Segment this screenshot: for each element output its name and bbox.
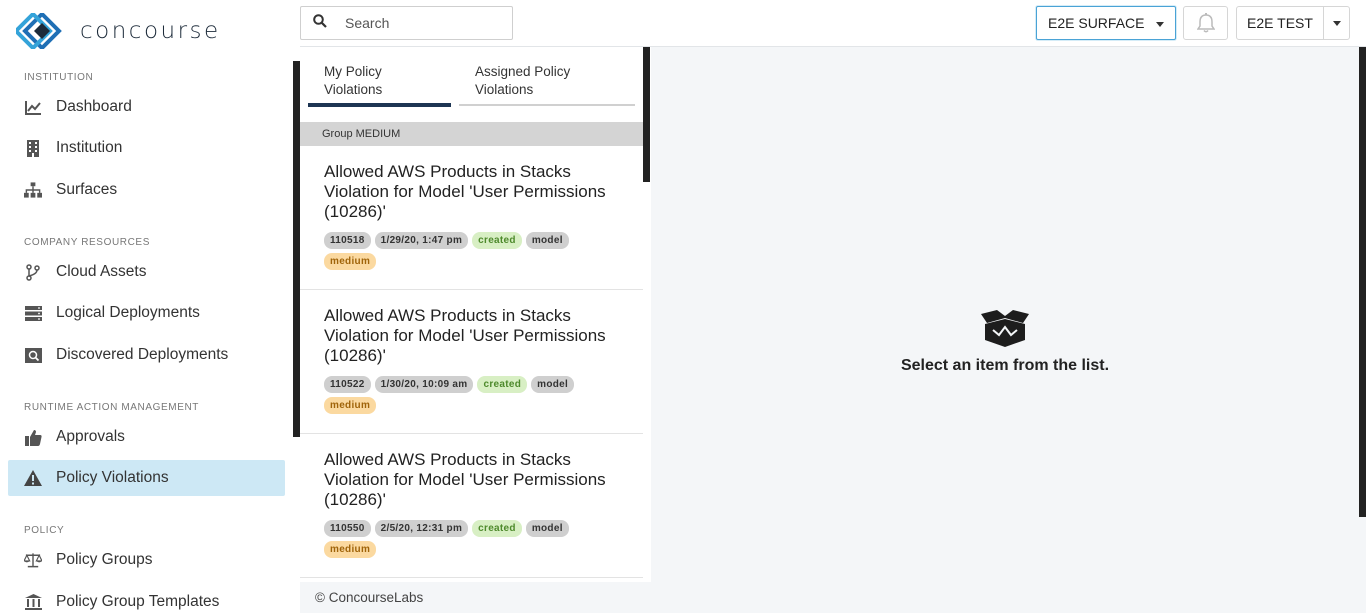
type-badge: model	[525, 520, 569, 537]
user-menu-dropdown[interactable]	[1324, 20, 1349, 26]
search-icon	[313, 13, 327, 33]
sidebar-item-label: Surfaces	[56, 181, 118, 198]
footer: © ConcourseLabs	[300, 582, 1359, 613]
list-item[interactable]: Allowed AWS Products in Stacks Violation…	[300, 146, 643, 290]
badge-group: 110550 2/5/20, 12:31 pm created model me…	[324, 520, 594, 558]
list-item[interactable]: Allowed AWS Products in Stacks Violation…	[300, 290, 643, 434]
surface-selector-value: E2E SURFACE	[1048, 15, 1145, 31]
sidebar-item-institution[interactable]: Institution	[8, 130, 285, 166]
section-title-runtime-action-management: RUNTIME ACTION MANAGEMENT	[24, 402, 200, 413]
sidebar-item-dashboard[interactable]: Dashboard	[8, 89, 285, 125]
group-header: Group MEDIUM	[300, 122, 643, 146]
severity-badge: medium	[324, 253, 377, 270]
section-title-institution: INSTITUTION	[24, 72, 94, 83]
sidebar-item-surfaces[interactable]: Surfaces	[8, 172, 285, 208]
user-name[interactable]: E2E TEST	[1237, 7, 1324, 39]
caret-down-icon	[1156, 22, 1164, 27]
sitemap-icon	[24, 181, 42, 199]
status-badge: created	[472, 520, 522, 537]
section-title-company-resources: COMPANY RESOURCES	[24, 237, 150, 248]
list-tabs: My Policy Violations Assigned Policy Vio…	[300, 47, 643, 122]
balance-scale-icon	[24, 551, 42, 569]
date-badge: 1/29/20, 1:47 pm	[374, 232, 469, 249]
sidebar-item-discovered-deployments[interactable]: Discovered Deployments	[8, 337, 285, 373]
violation-title: Allowed AWS Products in Stacks Violation…	[324, 306, 606, 365]
date-badge: 2/5/20, 12:31 pm	[374, 520, 469, 537]
empty-detail: Select an item from the list.	[651, 310, 1359, 375]
sidebar-scrollbar[interactable]	[293, 61, 300, 437]
severity-badge: medium	[324, 397, 377, 414]
user-menu[interactable]: E2E TEST	[1236, 6, 1350, 40]
building-icon	[24, 139, 42, 157]
caret-down-icon	[1332, 20, 1341, 26]
notifications-button[interactable]	[1183, 6, 1228, 40]
search-input[interactable]	[345, 15, 495, 31]
type-badge: model	[531, 376, 575, 393]
list-scrollbar[interactable]	[643, 47, 650, 182]
tab-active-underline	[308, 103, 451, 107]
sidebar-item-label: Cloud Assets	[56, 263, 147, 280]
sidebar-item-label: Policy Group Templates	[56, 593, 220, 610]
id-badge: 110518	[324, 232, 371, 249]
tab-inactive-underline	[459, 104, 635, 106]
severity-badge: medium	[324, 541, 377, 558]
search-box[interactable]	[300, 6, 513, 40]
server-icon	[24, 304, 42, 322]
thumbs-up-icon	[24, 428, 42, 446]
sidebar-item-policy-violations[interactable]: Policy Violations	[8, 460, 285, 496]
sidebar-item-label: Discovered Deployments	[56, 346, 229, 363]
violation-title: Allowed AWS Products in Stacks Violation…	[324, 450, 606, 509]
landmark-icon	[24, 593, 42, 611]
sidebar-item-label: Logical Deployments	[56, 304, 200, 321]
chart-line-icon	[24, 98, 42, 116]
section-title-policy: POLICY	[24, 525, 65, 536]
status-badge: created	[472, 232, 522, 249]
badge-group: 110518 1/29/20, 1:47 pm created model me…	[324, 232, 594, 270]
sidebar-item-label: Dashboard	[56, 98, 132, 115]
violation-title: Allowed AWS Products in Stacks Violation…	[324, 162, 606, 221]
search-deployment-icon	[24, 346, 42, 364]
status-badge: created	[477, 376, 528, 393]
sidebar-item-cloud-assets[interactable]: Cloud Assets	[8, 254, 285, 290]
sidebar-item-label: Policy Violations	[56, 469, 169, 486]
tab-my-policy-violations[interactable]: My Policy Violations	[324, 63, 424, 99]
sidebar: concourse INSTITUTION Dashboard Institut…	[0, 0, 293, 613]
sidebar-item-label: Approvals	[56, 428, 125, 445]
logo[interactable]: concourse	[16, 13, 221, 49]
empty-message: Select an item from the list.	[900, 357, 1110, 374]
code-branch-icon	[24, 263, 42, 281]
sidebar-item-label: Policy Groups	[56, 551, 153, 568]
box-open-icon	[979, 310, 1031, 353]
sidebar-item-logical-deployments[interactable]: Logical Deployments	[8, 295, 285, 331]
id-badge: 110550	[324, 520, 371, 537]
sidebar-item-policy-groups[interactable]: Policy Groups	[8, 542, 285, 578]
bell-icon	[1196, 13, 1215, 33]
sidebar-item-policy-group-templates[interactable]: Policy Group Templates	[8, 584, 285, 613]
type-badge: model	[525, 232, 569, 249]
logo-text: concourse	[80, 18, 221, 44]
concourse-logo-icon	[16, 13, 62, 49]
violations-list-panel: My Policy Violations Assigned Policy Vio…	[300, 47, 651, 582]
sidebar-item-label: Institution	[56, 139, 123, 156]
sidebar-item-approvals[interactable]: Approvals	[8, 419, 285, 455]
badge-group: 110522 1/30/20, 10:09 am created model m…	[324, 376, 594, 414]
date-badge: 1/30/20, 10:09 am	[374, 376, 474, 393]
id-badge: 110522	[324, 376, 371, 393]
tab-assigned-policy-violations[interactable]: Assigned Policy Violations	[475, 63, 595, 99]
warning-icon	[24, 469, 42, 487]
surface-selector[interactable]: E2E SURFACE	[1036, 6, 1176, 40]
page-scrollbar[interactable]	[1359, 47, 1366, 517]
list-item[interactable]: Allowed AWS Products in Stacks Violation…	[300, 434, 643, 578]
